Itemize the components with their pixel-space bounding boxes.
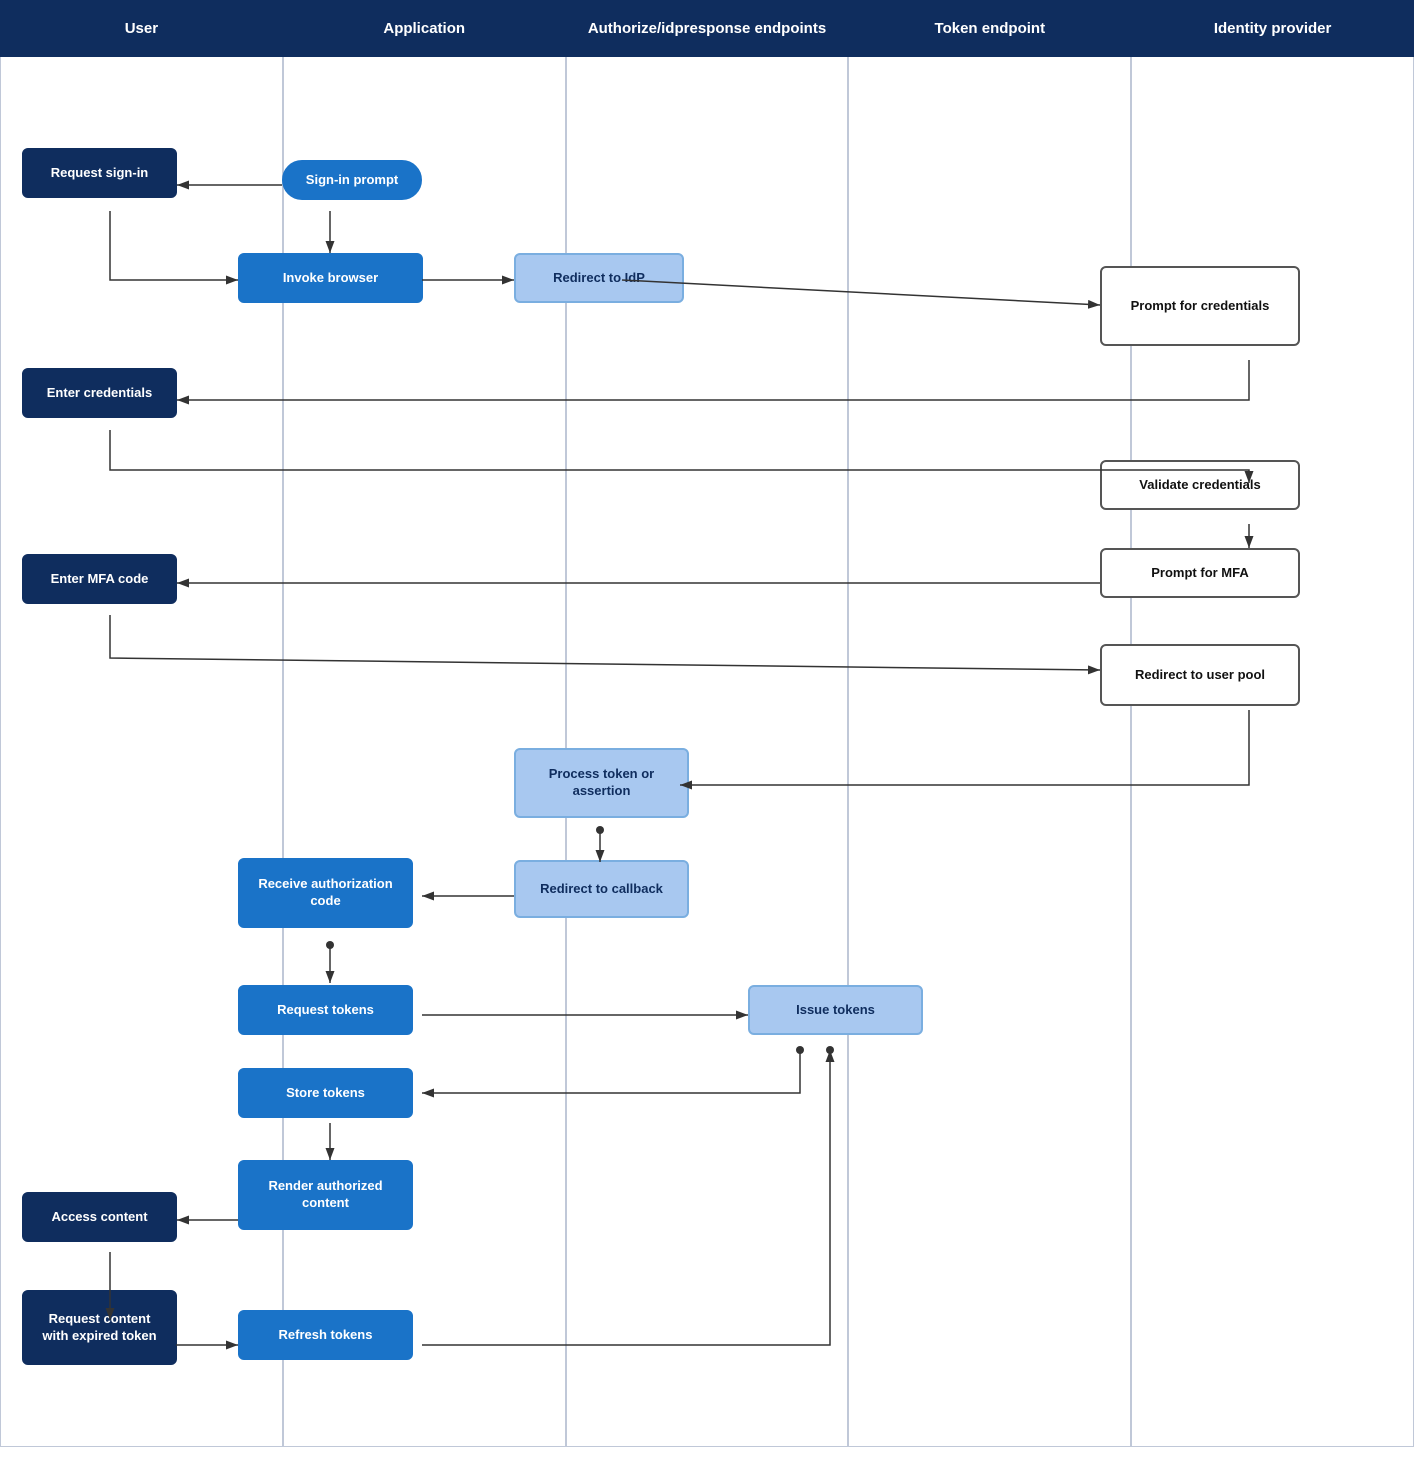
prompt-mfa-node: Prompt for MFA bbox=[1100, 548, 1300, 598]
diagram-container: User Application Authorize/idpresponse e… bbox=[0, 0, 1414, 1467]
store-tokens-node: Store tokens bbox=[238, 1068, 413, 1118]
col-header-authorize: Authorize/idpresponse endpoints bbox=[566, 0, 849, 57]
request-signin-node: Request sign-in bbox=[22, 148, 177, 198]
lane-token bbox=[848, 57, 1131, 1447]
access-content-node: Access content bbox=[22, 1192, 177, 1242]
refresh-tokens-node: Refresh tokens bbox=[238, 1310, 413, 1360]
enter-credentials-node: Enter credentials bbox=[22, 368, 177, 418]
signin-prompt-node: Sign-in prompt bbox=[282, 160, 422, 200]
prompt-credentials-node: Prompt for credentials bbox=[1100, 266, 1300, 346]
column-headers: User Application Authorize/idpresponse e… bbox=[0, 0, 1414, 57]
process-token-node: Process token or assertion bbox=[514, 748, 689, 818]
invoke-browser-node: Invoke browser bbox=[238, 253, 423, 303]
request-expired-node: Request content with expired token bbox=[22, 1290, 177, 1365]
enter-mfa-node: Enter MFA code bbox=[22, 554, 177, 604]
col-header-token: Token endpoint bbox=[848, 0, 1131, 57]
render-authorized-node: Render authorized content bbox=[238, 1160, 413, 1230]
redirect-callback-node: Redirect to callback bbox=[514, 860, 689, 918]
receive-auth-code-node: Receive authorization code bbox=[238, 858, 413, 928]
redirect-idp-node: Redirect to IdP bbox=[514, 253, 684, 303]
col-header-application: Application bbox=[283, 0, 566, 57]
col-header-identity: Identity provider bbox=[1131, 0, 1414, 57]
validate-credentials-node: Validate credentials bbox=[1100, 460, 1300, 510]
request-tokens-node: Request tokens bbox=[238, 985, 413, 1035]
redirect-user-pool-node: Redirect to user pool bbox=[1100, 644, 1300, 706]
issue-tokens-node: Issue tokens bbox=[748, 985, 923, 1035]
col-header-user: User bbox=[0, 0, 283, 57]
